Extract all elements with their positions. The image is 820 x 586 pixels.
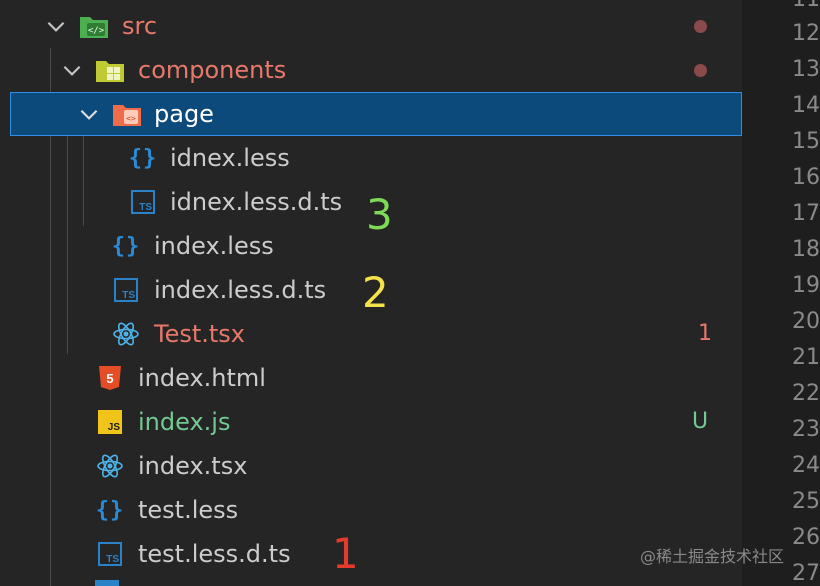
modified-dot-icon [694, 64, 707, 77]
line-number: 24 [792, 453, 820, 478]
tree-item-test-tsx[interactable]: Test.tsx 1 [0, 312, 742, 356]
svg-text:<>: <> [126, 114, 136, 123]
line-number: 25 [792, 489, 820, 514]
chevron-down-icon[interactable] [76, 101, 102, 127]
line-number: 22 [792, 381, 820, 406]
annotation-number-1: 1 [332, 529, 359, 578]
tree-item-label: index.less [154, 232, 274, 260]
tree-item-index-html[interactable]: 5 index.html [0, 356, 742, 400]
tree-item-components[interactable]: components [0, 48, 742, 92]
tree-item-label: index.tsx [138, 452, 248, 480]
tree-item-label: test.less [138, 496, 239, 524]
tree-item-idnex-less[interactable]: {} idnex.less [0, 136, 742, 180]
tree-item-label: index.less.d.ts [154, 276, 327, 304]
typescript-icon: TS [95, 539, 125, 569]
line-number: 15 [792, 129, 820, 154]
line-number: 19 [792, 273, 820, 298]
line-number: 18 [792, 237, 820, 262]
problems-badge: 1 [698, 321, 712, 346]
line-number: 17 [792, 201, 820, 226]
braces-icon: {} [111, 233, 141, 259]
tree-item-label: index.html [138, 364, 266, 392]
annotation-number-3: 3 [366, 190, 393, 239]
react-icon [111, 319, 141, 349]
line-number: 11 [742, 0, 820, 13]
tree-item-test-less[interactable]: {} test.less [0, 488, 742, 532]
html5-icon: 5 [95, 363, 125, 393]
typescript-icon: TS [128, 187, 158, 217]
tree-item-label: Test.tsx [154, 320, 246, 348]
svg-text:5: 5 [106, 371, 113, 386]
folder-page-icon: <> [112, 99, 142, 129]
tree-item-page[interactable]: <> page [10, 92, 742, 136]
line-number: 12 [792, 21, 820, 46]
line-number: 13 [792, 57, 820, 82]
tree-item-label: idnex.less.d.ts [170, 188, 343, 216]
tree-item-label: idnex.less [170, 144, 290, 172]
tree-item-test-less-dts[interactable]: TS test.less.d.ts [0, 532, 742, 576]
chevron-down-icon[interactable] [43, 13, 69, 39]
tree-item-index-js[interactable]: JS index.js U [0, 400, 742, 444]
modified-dot-icon [694, 20, 707, 33]
tree-item-label: src [122, 12, 158, 40]
folder-components-icon [95, 55, 125, 85]
line-number: 16 [792, 165, 820, 190]
line-number: 20 [792, 309, 820, 334]
line-number: 23 [792, 417, 820, 442]
annotation-number-2: 2 [362, 268, 389, 317]
tree-item-label: index.js [138, 408, 231, 436]
braces-icon: {} [95, 497, 125, 523]
svg-text:</>: </> [88, 26, 105, 36]
javascript-icon: JS [95, 407, 125, 437]
watermark: @稀土掘金技术社区 [640, 547, 785, 566]
partial-file-icon [95, 580, 119, 586]
react-icon [95, 451, 125, 481]
line-number: 21 [792, 345, 820, 370]
tree-item-label: page [154, 100, 214, 128]
explorer-panel: </> src components <> page {} idnex.less… [0, 0, 742, 586]
untracked-badge: U [692, 409, 709, 434]
tree-item-index-tsx[interactable]: index.tsx [0, 444, 742, 488]
tree-item-src[interactable]: </> src [0, 4, 742, 48]
typescript-icon: TS [111, 275, 141, 305]
line-number: 14 [792, 93, 820, 118]
braces-icon: {} [128, 145, 158, 171]
tree-item-label: components [138, 56, 287, 84]
chevron-down-icon[interactable] [59, 57, 85, 83]
tree-item-label: test.less.d.ts [138, 540, 291, 568]
editor-line-gutter: 11 12 13 14 15 16 17 18 19 20 21 22 23 2… [742, 0, 820, 586]
folder-src-icon: </> [79, 11, 109, 41]
